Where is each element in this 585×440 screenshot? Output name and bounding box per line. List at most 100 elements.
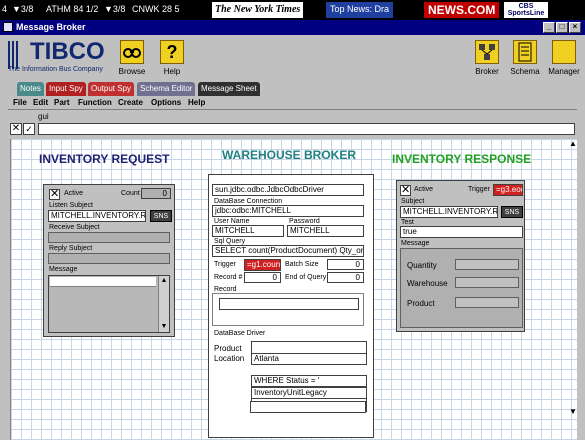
- inventory-response-panel: ✕ Active Trigger =g3.eoq Subject MITCHEL…: [396, 180, 525, 332]
- nyt-banner[interactable]: The New York Times: [212, 2, 304, 18]
- record-area: [212, 293, 364, 326]
- active-checkbox[interactable]: ✕: [49, 189, 60, 200]
- trigger-field[interactable]: =g3.eoq: [493, 184, 523, 196]
- stock-ticker: 4 ▼3/8 ATHM 84 1/2 ▼3/8 CNWK 28 5 The Ne…: [0, 0, 585, 20]
- sns-button[interactable]: SNS: [501, 206, 523, 218]
- test-label: Test: [401, 219, 414, 226]
- window-titlebar[interactable]: Message Broker _ □ ×: [0, 20, 585, 35]
- table-name-field[interactable]: InventoryUnitLegacy: [251, 387, 367, 399]
- inventory-request-panel: ✕ Active Count 0 Listen Subject MITCHELL…: [43, 184, 175, 337]
- receive-subject-field[interactable]: [48, 232, 170, 243]
- db-connection-field[interactable]: jdbc:odbc:MITCHELL: [212, 205, 364, 217]
- product-field[interactable]: [455, 297, 519, 308]
- menu-edit[interactable]: Edit: [33, 98, 48, 107]
- warehouse-field[interactable]: [455, 277, 519, 288]
- batch-size-field[interactable]: 0: [327, 259, 364, 270]
- quantity-field[interactable]: [455, 259, 519, 270]
- reply-subject-label: Reply Subject: [49, 245, 93, 252]
- scroll-down-icon[interactable]: ▼: [568, 407, 578, 419]
- menu-create[interactable]: Create: [118, 98, 143, 107]
- sns-button[interactable]: SNS: [150, 210, 172, 222]
- ticker-item: 4: [2, 4, 8, 14]
- sql-query-field[interactable]: SELECT count(ProductDocument) Qty_on: [212, 245, 364, 257]
- scroll-up-icon[interactable]: ▲: [159, 276, 169, 286]
- db-driver-label: DataBase Driver: [214, 330, 266, 337]
- formula-input[interactable]: [38, 123, 575, 135]
- extra-field[interactable]: [250, 401, 366, 413]
- count-field[interactable]: 0: [141, 188, 171, 199]
- cbs-sportsline-banner[interactable]: CBS SportsLine: [504, 2, 548, 18]
- message-box: Quantity Warehouse Product: [400, 248, 523, 328]
- sql-query-label: Sql Query: [214, 238, 246, 245]
- menu-part[interactable]: Part: [54, 98, 70, 107]
- db-connection-label: DataBase Connection: [214, 198, 283, 205]
- product-location-label: Product Location: [214, 344, 245, 363]
- formula-bar: ✕ ✓: [8, 122, 577, 136]
- user-name-field[interactable]: MITCHELL: [212, 225, 284, 237]
- tibco-logo: TIBCO: [30, 38, 105, 65]
- warehouse-label: Warehouse: [407, 279, 448, 288]
- record-num-label: Record #: [214, 274, 243, 281]
- menu-help[interactable]: Help: [188, 98, 205, 107]
- test-field[interactable]: true: [400, 226, 523, 238]
- inventory-response-title: INVENTORY RESPONSE: [392, 152, 532, 166]
- product-location-box: Atlanta: [251, 341, 367, 365]
- manager-button[interactable]: Manager: [539, 67, 585, 76]
- count-label: Count: [121, 190, 140, 197]
- schema-icon[interactable]: [513, 40, 537, 64]
- manager-icon[interactable]: [552, 40, 576, 64]
- question-icon[interactable]: ?: [160, 40, 184, 64]
- help-button[interactable]: Help: [147, 67, 197, 76]
- record-field[interactable]: [219, 298, 359, 310]
- binoculars-icon[interactable]: [120, 40, 144, 64]
- trigger-label: Trigger: [468, 186, 490, 193]
- trigger-field[interactable]: =g1.count: [244, 259, 281, 271]
- inventory-request-title: INVENTORY REQUEST: [39, 152, 170, 166]
- maximize-button[interactable]: □: [556, 22, 568, 33]
- scroll-up-icon[interactable]: ▲: [568, 139, 578, 151]
- menu-function[interactable]: Function: [78, 98, 112, 107]
- reply-subject-field[interactable]: [48, 253, 170, 264]
- tab-output-spy[interactable]: Output Spy: [88, 82, 135, 96]
- tab-message-sheet[interactable]: Message Sheet: [198, 82, 260, 96]
- message-scrollbar[interactable]: ▲ ▼: [158, 276, 169, 332]
- minimize-button[interactable]: _: [543, 22, 555, 33]
- listen-subject-field[interactable]: MITCHELL.INVENTORY.RE: [48, 210, 146, 222]
- menu-file[interactable]: File: [13, 98, 27, 107]
- active-label: Active: [414, 186, 434, 193]
- record-label: Record: [214, 286, 237, 293]
- driver-field[interactable]: sun.jdbc.odbc.JdbcOdbcDriver: [212, 184, 364, 196]
- quantity-label: Quantity: [407, 261, 437, 270]
- where-clause-field[interactable]: WHERE Status = ': [251, 375, 367, 387]
- active-checkbox[interactable]: ✕: [400, 185, 411, 196]
- message-label: Message: [49, 266, 78, 273]
- ticker-item: ▼3/8: [12, 4, 34, 14]
- receive-subject-label: Receive Subject: [49, 224, 100, 231]
- ticker-item: CNWK 28 5: [132, 4, 180, 14]
- tab-notes[interactable]: Notes: [17, 82, 44, 96]
- broker-icon[interactable]: [475, 40, 499, 64]
- message-textarea[interactable]: ▲ ▼: [48, 275, 170, 333]
- close-button[interactable]: ×: [569, 22, 581, 33]
- batch-size-label: Batch Size: [285, 261, 319, 268]
- end-of-query-field[interactable]: 0: [327, 272, 364, 283]
- message-sheet-canvas[interactable]: INVENTORY REQUEST ✕ Active Count 0 Liste…: [10, 139, 577, 440]
- accept-icon[interactable]: ✓: [23, 123, 35, 135]
- subject-field[interactable]: MITCHELL.INVENTORY.RE: [400, 206, 498, 218]
- warehouse-broker-title: WAREHOUSE BROKER: [222, 148, 357, 162]
- news-com-banner[interactable]: NEWS.COM: [424, 2, 500, 18]
- record-num-field[interactable]: 0: [244, 272, 281, 283]
- scroll-down-icon[interactable]: ▼: [159, 322, 169, 332]
- password-field[interactable]: MITCHELL: [287, 225, 364, 237]
- cancel-icon[interactable]: ✕: [10, 123, 22, 135]
- product-label: Product: [407, 299, 435, 308]
- menu-bar: File Edit Part Function Create Options H…: [8, 96, 577, 110]
- end-of-query-label: End of Query: [285, 274, 327, 281]
- message-label: Message: [401, 240, 430, 247]
- tab-input-spy[interactable]: Input Spy: [46, 82, 86, 96]
- top-news-banner[interactable]: Top News: Dra: [326, 2, 394, 18]
- menu-options[interactable]: Options: [151, 98, 181, 107]
- product-location-field[interactable]: Atlanta: [251, 353, 367, 365]
- tab-schema-editor[interactable]: Schema Editor: [137, 82, 196, 96]
- trigger-label: Trigger: [214, 261, 236, 268]
